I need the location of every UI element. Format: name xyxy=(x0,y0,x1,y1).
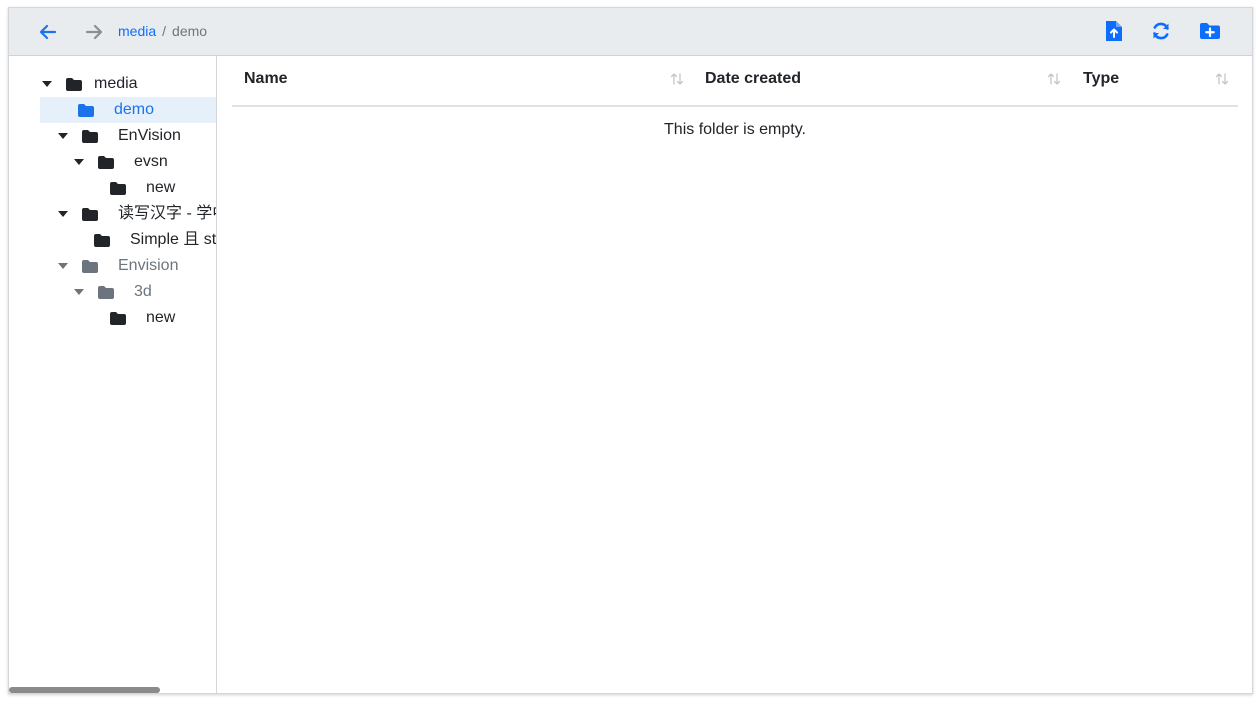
tree-item-evsn[interactable]: evsn xyxy=(72,149,216,175)
folder-icon xyxy=(94,234,110,247)
folder-icon xyxy=(78,104,94,117)
folder-icon xyxy=(82,208,98,221)
toolbar: media / demo xyxy=(9,8,1252,56)
tree-item-label: Simple 且 st xyxy=(130,231,217,248)
caret-down-icon[interactable] xyxy=(58,262,68,270)
file-manager: media / demo media demo EnVision evsn ne… xyxy=(8,7,1253,694)
breadcrumb: media / demo xyxy=(118,22,207,40)
file-upload-icon xyxy=(1106,21,1122,41)
tree-item-3d[interactable]: 3d xyxy=(72,279,216,305)
folder-icon xyxy=(98,286,114,299)
folder-icon xyxy=(110,312,126,325)
column-header-name[interactable]: Name xyxy=(244,70,288,88)
horizontal-scrollbar[interactable] xyxy=(9,687,160,693)
folder-icon xyxy=(98,156,114,169)
table-header: Name Date created Type xyxy=(232,55,1238,107)
tree-item-label: 读写汉字 - 学中文 xyxy=(118,205,216,222)
breadcrumb-separator: / xyxy=(162,23,167,39)
breadcrumb-root-link[interactable]: media xyxy=(118,23,156,39)
breadcrumb-current: demo xyxy=(172,23,208,39)
refresh-button[interactable] xyxy=(1148,18,1174,44)
tree-item-new-3d[interactable]: new xyxy=(88,305,216,331)
tree-item-new[interactable]: new xyxy=(88,175,216,201)
column-header-date-created[interactable]: Date created xyxy=(705,70,801,88)
caret-down-icon[interactable] xyxy=(42,80,52,88)
caret-down-icon[interactable] xyxy=(74,158,84,166)
tree-item-label: 3d xyxy=(134,283,152,300)
folder-icon xyxy=(66,78,82,91)
tree-item-label: Envision xyxy=(118,257,179,274)
sort-icon[interactable] xyxy=(1214,71,1230,87)
tree-item-label: new xyxy=(146,309,176,326)
file-list: Name Date created Type This folder is em… xyxy=(217,55,1252,693)
caret-down-icon[interactable] xyxy=(58,132,68,140)
tree-item-envision-secondary[interactable]: Envision xyxy=(56,253,216,279)
folder-plus-icon xyxy=(1200,23,1220,39)
sort-icon[interactable] xyxy=(669,71,685,87)
caret-down-icon[interactable] xyxy=(74,288,84,296)
tree-item-chinese-folder[interactable]: 读写汉字 - 学中文 xyxy=(56,201,216,227)
sort-icon[interactable] xyxy=(1046,71,1062,87)
folder-icon xyxy=(82,260,98,273)
column-header-type[interactable]: Type xyxy=(1083,70,1119,88)
tree-item-label: new xyxy=(146,179,176,196)
forward-button[interactable] xyxy=(83,21,105,43)
back-button[interactable] xyxy=(37,21,59,43)
folder-icon xyxy=(82,130,98,143)
new-folder-button[interactable] xyxy=(1197,18,1223,44)
tree-item-label: EnVision xyxy=(118,127,181,144)
arrow-right-icon xyxy=(85,24,103,40)
tree-item-simple[interactable]: Simple 且 st xyxy=(72,227,216,253)
tree-item-demo[interactable]: demo xyxy=(40,97,216,123)
tree-item-label: demo xyxy=(114,101,155,118)
tree-item-label: media xyxy=(94,75,138,92)
upload-file-button[interactable] xyxy=(1101,18,1127,44)
caret-down-icon[interactable] xyxy=(58,210,68,218)
folder-icon xyxy=(110,182,126,195)
empty-folder-message: This folder is empty. xyxy=(664,121,806,138)
tree-item-envision[interactable]: EnVision xyxy=(56,123,216,149)
tree-item-media[interactable]: media xyxy=(40,71,216,97)
folder-tree: media demo EnVision evsn new 读写汉字 - 学中文 xyxy=(9,55,217,693)
arrow-left-icon xyxy=(39,24,57,40)
refresh-icon xyxy=(1153,22,1169,40)
tree-item-label: evsn xyxy=(134,153,168,170)
